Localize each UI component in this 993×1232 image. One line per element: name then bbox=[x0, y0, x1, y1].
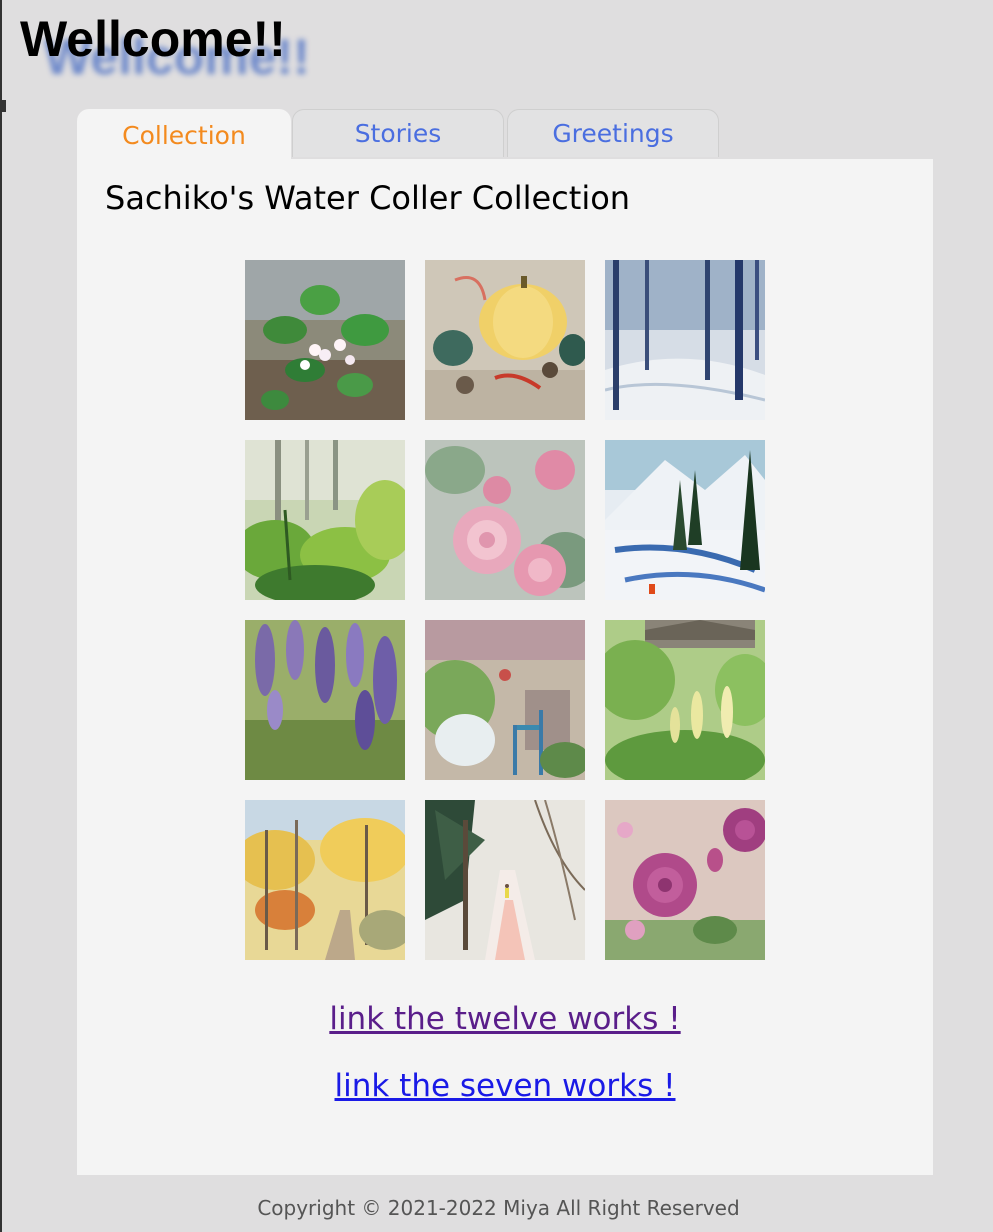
painting-thumbnail-magenta-roses[interactable] bbox=[605, 800, 765, 960]
painting-thumbnail-autumn-path[interactable] bbox=[245, 800, 405, 960]
window-edge-mark bbox=[2, 100, 6, 112]
painting-thumbnail-snow-path[interactable] bbox=[425, 800, 585, 960]
collection-panel: Sachiko's Water Coller Collection link t… bbox=[77, 159, 933, 1175]
tab-bar: Collection Stories Greetings bbox=[77, 109, 719, 160]
painting-thumbnail-fern-forest[interactable] bbox=[245, 440, 405, 600]
site-header: Wellcome!! Wellcome!! bbox=[20, 10, 420, 90]
painting-thumbnail-wisteria[interactable] bbox=[245, 620, 405, 780]
page-title: Wellcome!! bbox=[20, 11, 286, 67]
link-seven-works[interactable]: link the seven works ! bbox=[77, 1066, 933, 1106]
tab-collection[interactable]: Collection bbox=[77, 109, 291, 160]
painting-thumbnail-garden-chair[interactable] bbox=[425, 620, 585, 780]
painting-thumbnail-snow-mountain[interactable] bbox=[605, 440, 765, 600]
painting-thumbnail-pumpkin[interactable] bbox=[425, 260, 585, 420]
tab-stories[interactable]: Stories bbox=[292, 109, 504, 157]
footer-copyright: Copyright © 2021-2022 Miya All Right Res… bbox=[257, 1196, 740, 1220]
painting-thumbnail-pink-roses[interactable] bbox=[425, 440, 585, 600]
painting-thumbnail-violets[interactable] bbox=[245, 260, 405, 420]
panel-title: Sachiko's Water Coller Collection bbox=[105, 179, 631, 217]
tab-greetings[interactable]: Greetings bbox=[507, 109, 719, 157]
painting-thumbnail-snow-forest[interactable] bbox=[605, 260, 765, 420]
work-links: link the twelve works ! link the seven w… bbox=[77, 999, 933, 1133]
painting-thumbnail-lupines[interactable] bbox=[605, 620, 765, 780]
link-twelve-works[interactable]: link the twelve works ! bbox=[77, 999, 933, 1039]
painting-gallery bbox=[245, 260, 765, 960]
